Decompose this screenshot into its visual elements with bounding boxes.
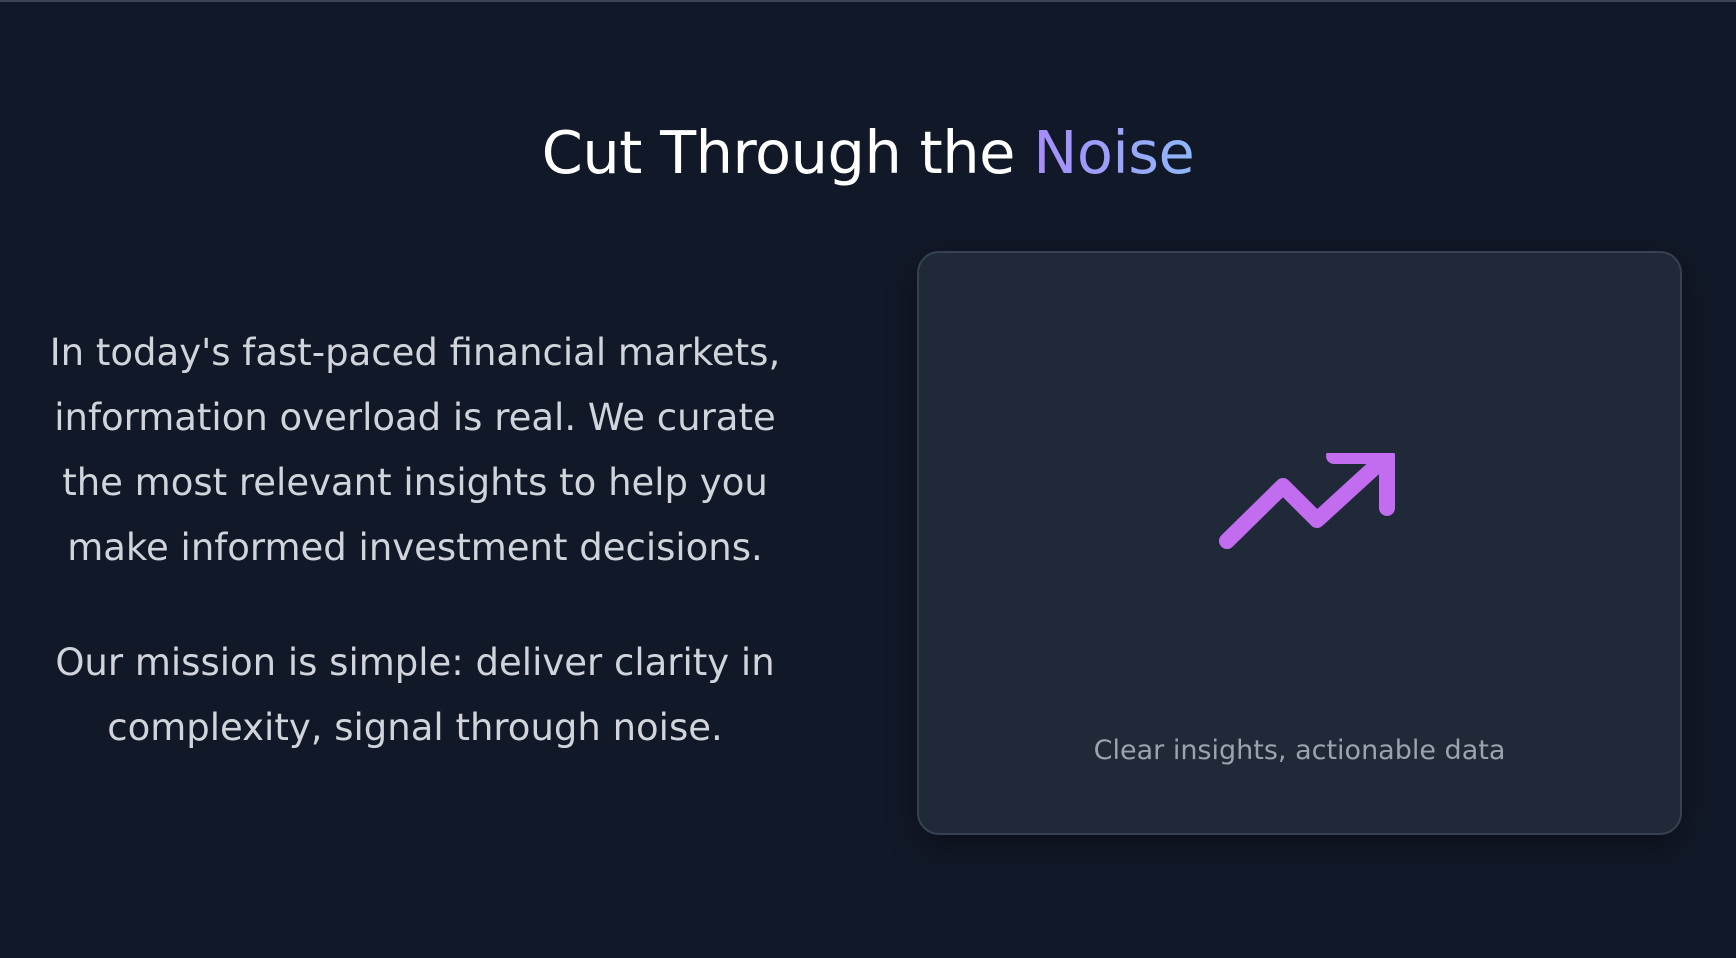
title-accent: Noise (1033, 118, 1195, 187)
noise-section: Cut Through the Noise In today's fast-pa… (0, 0, 1736, 958)
top-divider (0, 0, 1736, 2)
trending-up-icon (1219, 453, 1395, 549)
section-title: Cut Through the Noise (0, 108, 1736, 198)
description-paragraph-1: In today's fast-paced financial markets,… (49, 331, 781, 569)
description-block: In today's fast-paced financial markets,… (20, 320, 810, 760)
title-main: Cut Through the (541, 118, 1034, 187)
insights-card: Clear insights, actionable data (917, 251, 1682, 835)
card-caption: Clear insights, actionable data (1093, 735, 1506, 766)
description-paragraph-2: Our mission is simple: deliver clarity i… (55, 641, 775, 749)
